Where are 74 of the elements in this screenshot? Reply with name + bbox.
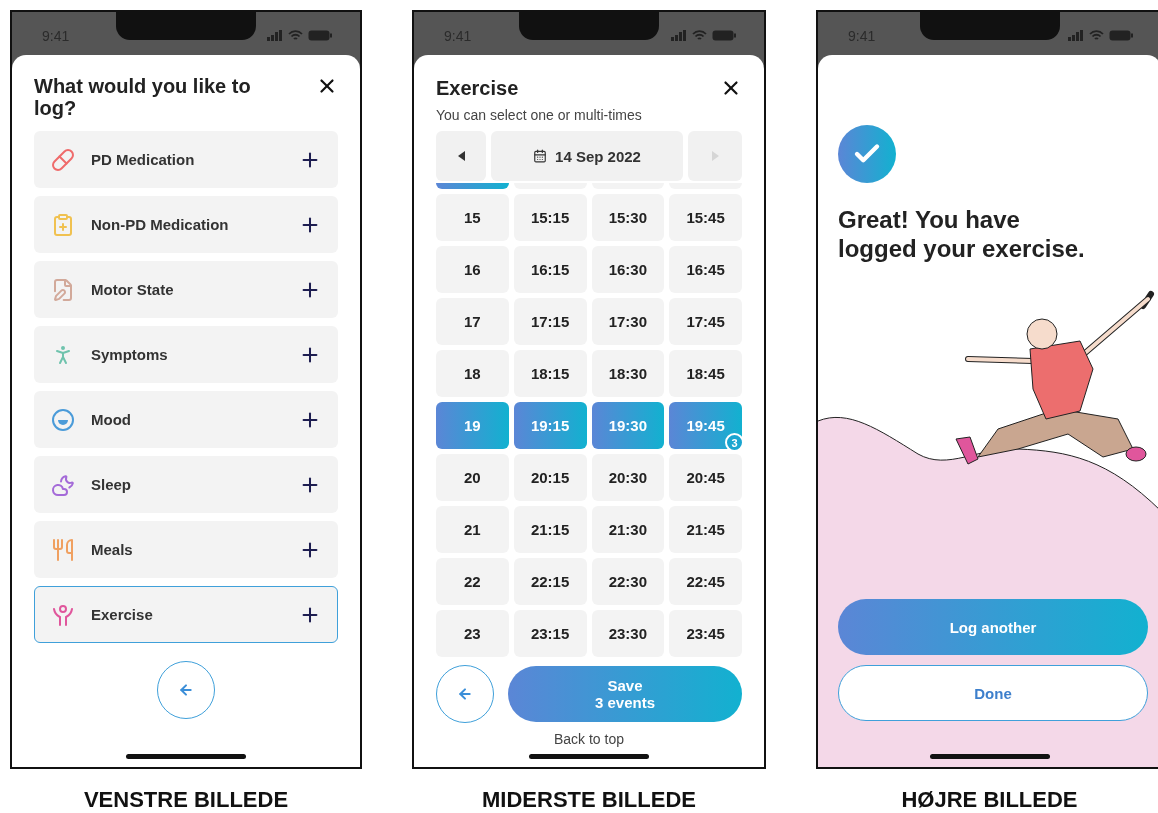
time-slot[interactable]: 23:45 — [669, 610, 742, 657]
figure-caption: VENSTRE BILLEDE — [83, 787, 289, 813]
time-slot[interactable]: 21:30 — [591, 506, 665, 553]
time-slot[interactable]: 18:30 — [591, 350, 665, 397]
time-slot[interactable]: 23 — [436, 610, 509, 657]
time-slot[interactable]: 21:15 — [513, 506, 587, 553]
battery-icon — [1109, 30, 1133, 41]
time-slot[interactable]: 22:15 — [513, 558, 587, 605]
signal-icon — [1068, 30, 1084, 41]
time-slot[interactable]: 15:30 — [591, 194, 665, 241]
signal-icon — [267, 30, 283, 41]
time-slot[interactable]: 17 — [436, 298, 509, 345]
time-slot[interactable]: 15:15 — [513, 194, 587, 241]
wifi-icon — [692, 30, 707, 41]
time-slot[interactable]: 21 — [436, 506, 509, 553]
utensils-icon — [51, 537, 75, 562]
sheet-subtitle: You can select one or multi-times — [435, 106, 643, 123]
figure-caption: MIDERSTE BILLEDE — [482, 787, 696, 813]
battery-icon — [712, 30, 736, 41]
time-slot[interactable]: 22 — [436, 558, 509, 605]
done-button[interactable]: Done — [838, 665, 1148, 721]
back-to-top-link[interactable]: Back to top — [553, 731, 624, 747]
log-category-item[interactable]: Symptoms — [34, 326, 338, 383]
person-arms-up-icon — [51, 602, 75, 627]
time-slot[interactable]: 15 — [436, 194, 509, 241]
battery-icon — [308, 30, 332, 41]
confirmation-title: Great! You have logged your exercise. — [838, 205, 1086, 263]
wifi-icon — [288, 30, 303, 41]
wifi-icon — [1089, 30, 1104, 41]
face-icon — [51, 407, 75, 432]
time-slot-edge[interactable] — [436, 183, 509, 189]
time-slot[interactable]: 18:15 — [513, 350, 587, 397]
back-arrow-icon — [457, 686, 473, 702]
clipboard-plus-icon — [51, 212, 75, 237]
calendar-icon — [533, 149, 548, 163]
log-category-item[interactable]: Motor State — [34, 261, 338, 318]
signal-icon — [671, 30, 687, 41]
time-slot[interactable]: 20:15 — [513, 454, 587, 501]
left-triangle-icon — [457, 151, 465, 161]
time-slot[interactable]: 16:15 — [513, 246, 587, 293]
time-slot[interactable]: 18:45 — [669, 350, 742, 397]
sheet-title: Exercise — [436, 77, 519, 99]
time-slot[interactable]: 20:45 — [669, 454, 742, 501]
right-triangle-icon — [711, 151, 719, 161]
figure-caption: HØJRE BILLEDE — [901, 787, 1078, 813]
log-category-item[interactable]: Exercise — [34, 586, 338, 643]
log-category-item[interactable]: Non-PD Medication — [34, 196, 338, 253]
log-category-item[interactable]: PD Medication — [34, 131, 338, 188]
log-category-item[interactable]: Mood — [34, 391, 338, 448]
pill-icon — [51, 147, 75, 172]
time-slot[interactable]: 22:45 — [669, 558, 742, 605]
time-slot[interactable]: 16 — [436, 246, 509, 293]
time-slot[interactable]: 23:15 — [513, 610, 587, 657]
back-arrow-icon — [178, 682, 194, 698]
time-slot[interactable]: 20:30 — [591, 454, 665, 501]
time-slot[interactable]: 22:30 — [591, 558, 665, 605]
date-picker-button[interactable]: 14 Sep 2022 — [491, 131, 683, 181]
time-slot[interactable]: 23:30 — [591, 610, 665, 657]
time-slot[interactable]: 15:45 — [669, 194, 742, 241]
log-category-item[interactable]: Meals — [34, 521, 338, 578]
count-badge: 3 — [725, 433, 744, 452]
time-slot[interactable]: 16:30 — [591, 246, 665, 293]
time-slot[interactable]: 17:30 — [591, 298, 665, 345]
sheet-title: What would you like to log? — [34, 75, 252, 119]
time-slot[interactable]: 17:15 — [513, 298, 587, 345]
form-pen-icon — [51, 277, 75, 302]
cloud-moon-icon — [51, 472, 75, 497]
time-slot[interactable]: 20 — [436, 454, 509, 501]
time-slot[interactable]: 17:45 — [669, 298, 742, 345]
log-category-item[interactable]: Sleep — [34, 456, 338, 513]
check-icon — [838, 125, 896, 183]
time-slot[interactable]: 18 — [436, 350, 509, 397]
time-slot[interactable]: 21:45 — [669, 506, 742, 553]
time-slot[interactable]: 16:45 — [669, 246, 742, 293]
